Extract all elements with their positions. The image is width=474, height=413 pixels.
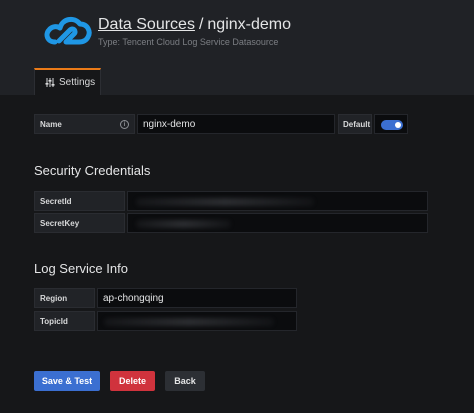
region-label: Region [34,288,95,308]
secretid-input[interactable] [127,191,428,211]
sliders-icon [45,78,55,87]
name-label: Name i [34,114,135,134]
page-header: Data Sources / nginx-demo Type: Tencent Cl… [0,0,474,95]
info-icon[interactable]: i [120,120,129,129]
secretid-label: SecretId [34,191,125,211]
breadcrumb-separator: / [198,16,204,33]
redacted-secretkey [136,220,231,228]
toggle-knob [395,122,401,128]
default-toggle[interactable] [381,120,403,130]
redacted-topicid [104,318,274,326]
page-title: Data Sources / nginx-demo [98,16,291,34]
datasource-name-title: nginx-demo [207,16,291,33]
tencent-cloud-logo-icon [44,16,92,45]
name-label-text: Name [40,119,62,129]
breadcrumb-data-sources[interactable]: Data Sources [98,16,195,33]
topicid-input[interactable] [97,311,297,331]
back-button[interactable]: Back [165,371,205,391]
region-input[interactable]: ap-chongqing [97,288,297,308]
default-label: Default [338,114,372,134]
tab-settings[interactable]: Settings [34,68,101,95]
page-subtitle: Type: Tencent Cloud Log Service Datasour… [98,37,279,47]
log-service-info-heading: Log Service Info [34,261,128,276]
tab-settings-label: Settings [59,77,96,88]
secretkey-input[interactable] [127,213,428,233]
topicid-label: TopicId [34,311,95,331]
save-and-test-button[interactable]: Save & Test [34,371,100,391]
default-toggle-container [374,114,408,134]
redacted-secretid [136,198,314,206]
security-credentials-heading: Security Credentials [34,163,151,178]
secretkey-label: SecretKey [34,213,125,233]
name-input[interactable]: nginx-demo [137,114,335,134]
delete-button[interactable]: Delete [110,371,155,391]
